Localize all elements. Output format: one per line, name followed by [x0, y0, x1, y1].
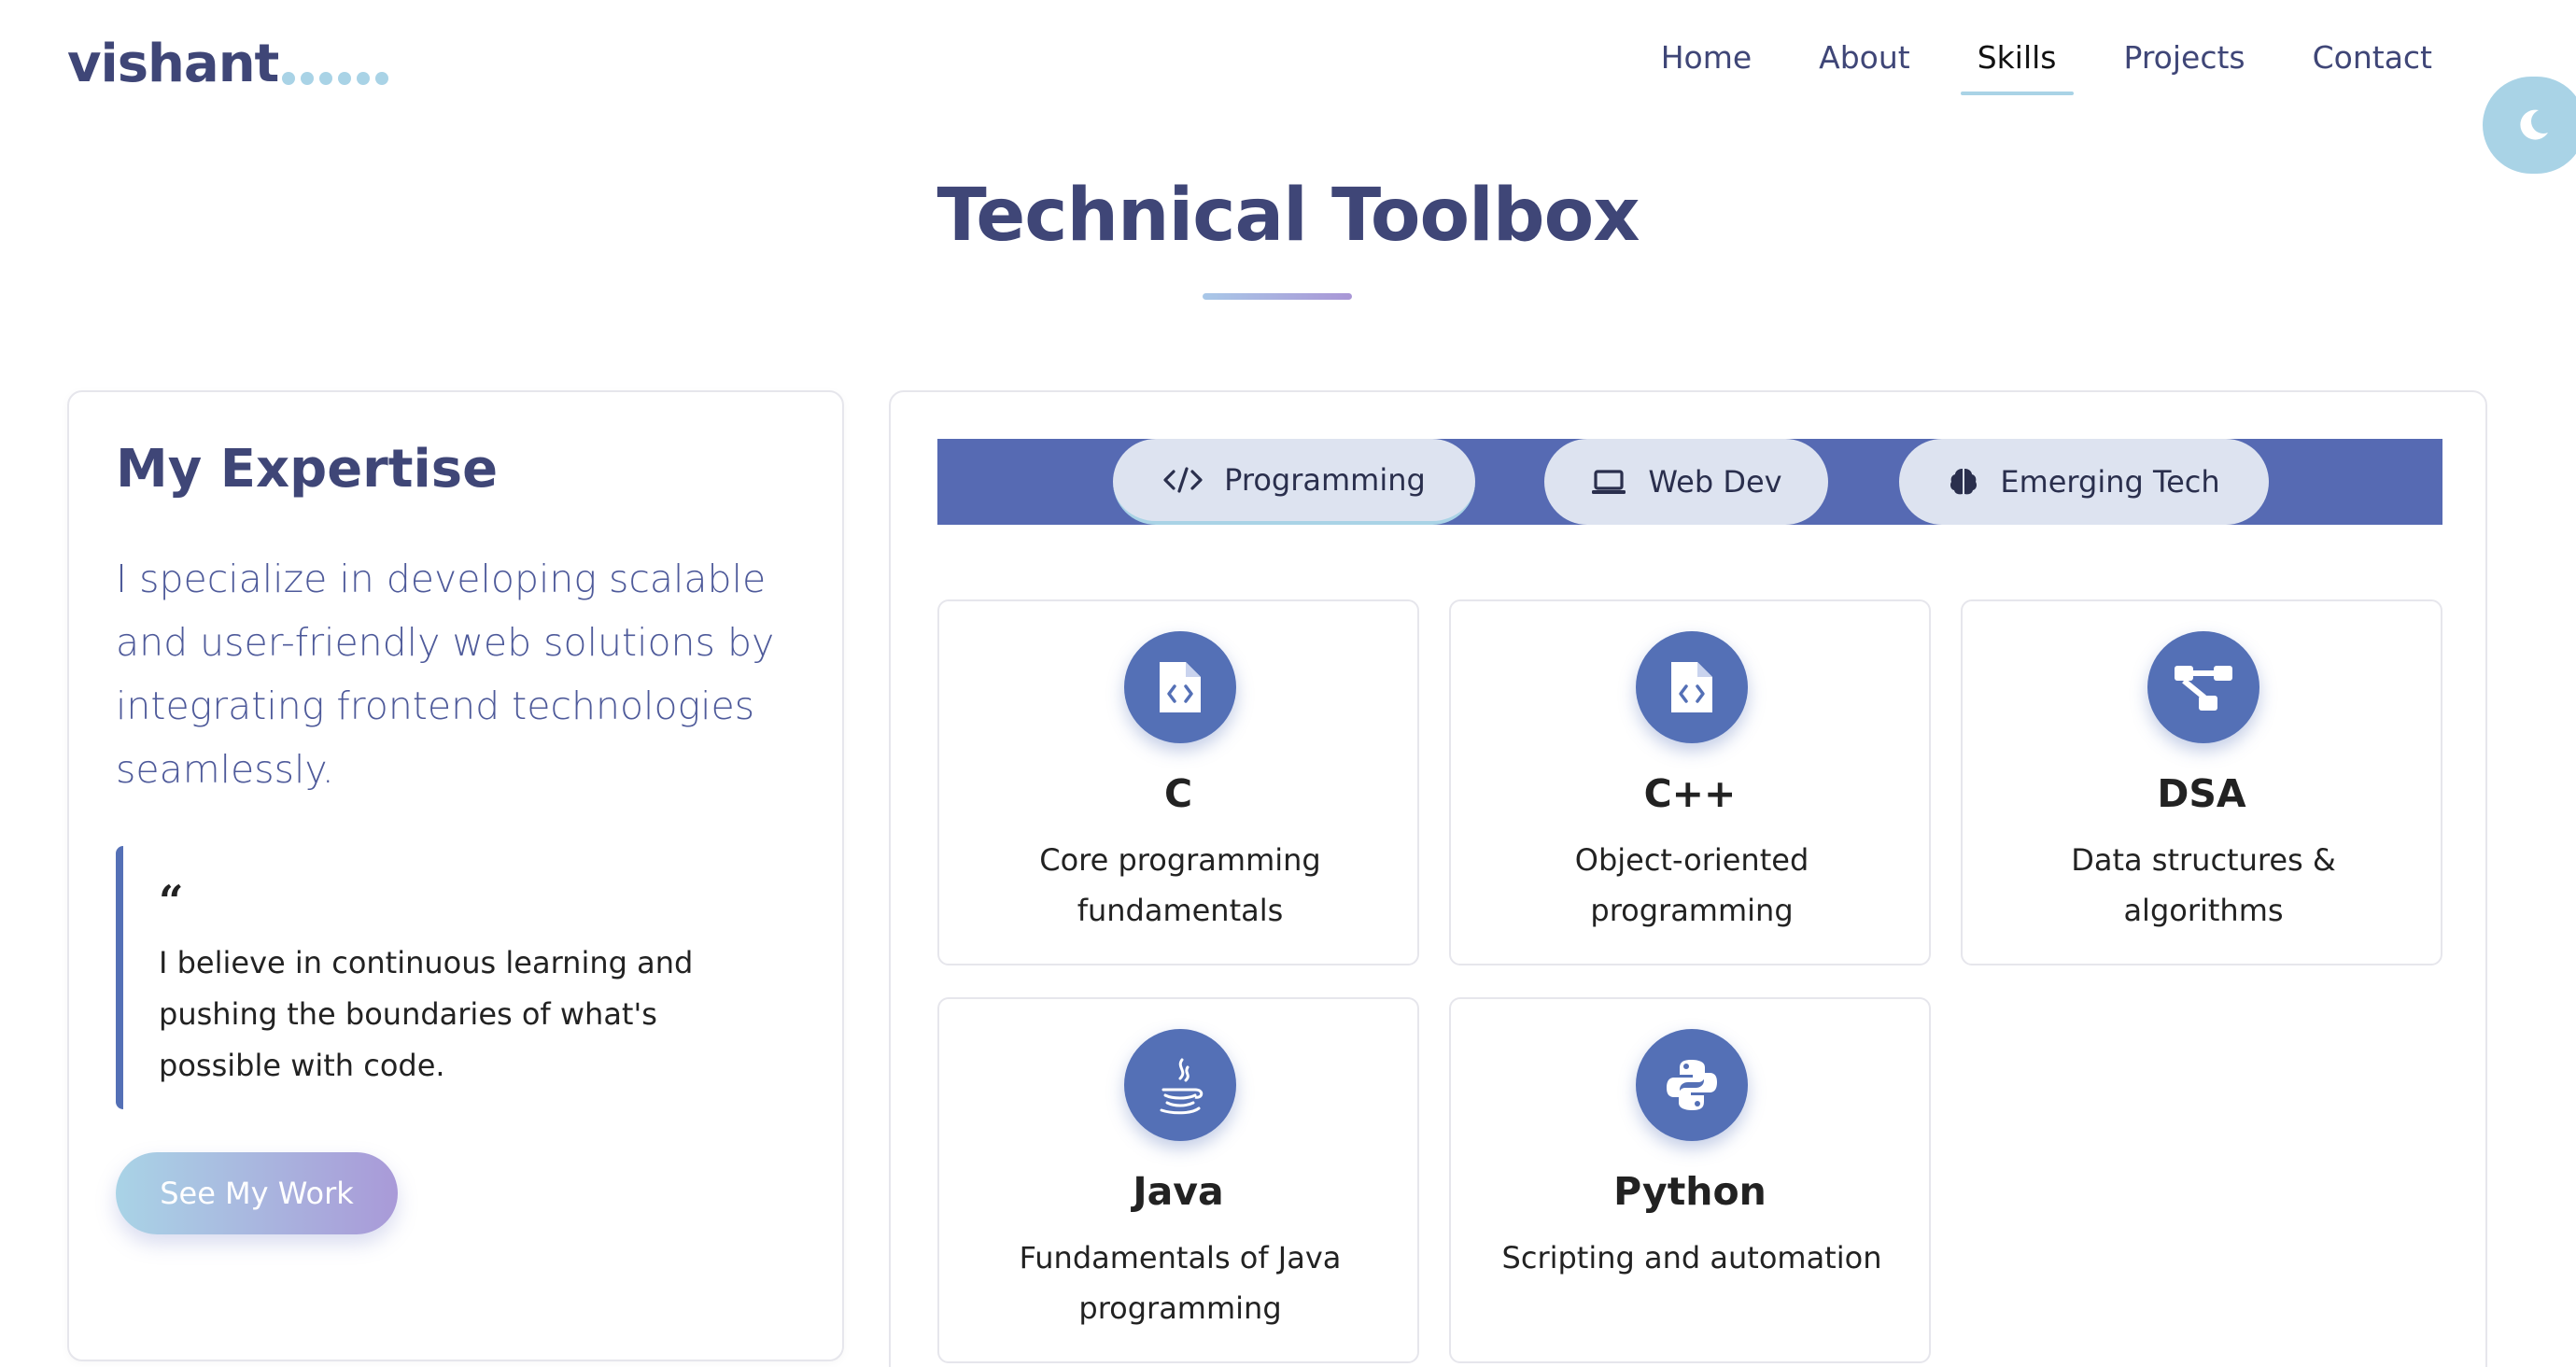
- nav-skills[interactable]: Skills: [1944, 37, 2090, 95]
- skill-name: C: [1163, 771, 1193, 816]
- expertise-description: I specialize in developing scalable and …: [116, 557, 775, 792]
- page-title: Technical Toolbox: [936, 174, 1640, 258]
- tab-emerging-tech[interactable]: Emerging Tech: [1899, 439, 2269, 525]
- logo-dots: [282, 72, 389, 85]
- tab-web-dev[interactable]: Web Dev: [1544, 439, 1828, 525]
- quote-block: “ I believe in continuous learning and p…: [116, 846, 788, 1109]
- skill-name: DSA: [2157, 771, 2246, 816]
- sitemap-icon: [2147, 631, 2259, 743]
- expertise-title: My Expertise: [116, 439, 499, 500]
- skill-card-java[interactable]: Java Fundamentals of Java programming: [937, 997, 1419, 1363]
- brain-icon: [1948, 466, 1979, 498]
- skill-name: Python: [1613, 1169, 1767, 1214]
- code-file-icon: [1636, 631, 1748, 743]
- nav-projects[interactable]: Projects: [2090, 37, 2279, 93]
- skill-card-c[interactable]: C Core programming fundamentals: [937, 599, 1419, 965]
- skill-description: Fundamentals of Java programming: [1019, 1240, 1342, 1326]
- quote-text: I believe in continuous learning and pus…: [159, 945, 694, 1083]
- java-icon: [1124, 1029, 1236, 1141]
- code-file-icon: [1124, 631, 1236, 743]
- quote-icon: “: [159, 876, 184, 926]
- skill-description: Core programming fundamentals: [1039, 842, 1321, 928]
- see-my-work-button[interactable]: See My Work: [116, 1152, 398, 1234]
- python-icon: [1636, 1029, 1748, 1141]
- skill-tabs: Programming Web Dev Emerging Tech: [937, 439, 2442, 525]
- nav-about[interactable]: About: [1785, 37, 1944, 93]
- skill-description: Object-oriented programming: [1574, 842, 1809, 928]
- skill-description: Data structures & algorithms: [2071, 842, 2336, 928]
- nav-home[interactable]: Home: [1627, 37, 1785, 93]
- tab-label: Programming: [1224, 462, 1426, 498]
- skills-card: Programming Web Dev Emerging Tech C Core…: [889, 390, 2487, 1367]
- skill-card-dsa[interactable]: DSA Data structures & algorithms: [1961, 599, 2442, 965]
- skill-name: C++: [1643, 771, 1737, 816]
- skill-card-cpp[interactable]: C++ Object-oriented programming: [1449, 599, 1931, 965]
- moon-icon: [2520, 109, 2548, 140]
- tab-label: Emerging Tech: [2000, 464, 2220, 500]
- skill-card-python[interactable]: Python Scripting and automation: [1449, 997, 1931, 1363]
- code-icon: [1162, 466, 1204, 494]
- logo[interactable]: vishant: [67, 34, 389, 94]
- laptop-icon: [1590, 468, 1627, 496]
- nav-contact[interactable]: Contact: [2279, 37, 2466, 93]
- tab-programming[interactable]: Programming: [1113, 439, 1475, 525]
- expertise-card: My Expertise I specialize in developing …: [67, 390, 844, 1361]
- skill-description: Scripting and automation: [1501, 1240, 1882, 1275]
- tab-label: Web Dev: [1648, 464, 1782, 500]
- skill-name: Java: [1133, 1169, 1224, 1214]
- logo-text: vishant: [67, 34, 279, 94]
- main-nav: Home About Skills Projects Contact: [1627, 37, 2466, 95]
- theme-toggle-button[interactable]: [2483, 77, 2576, 174]
- title-underline: [1203, 293, 1352, 300]
